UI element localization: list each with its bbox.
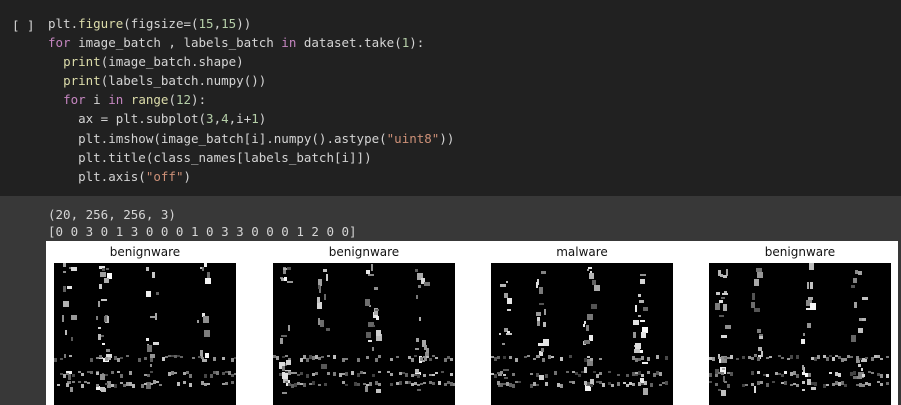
subplot-title: benignware	[764, 245, 836, 259]
matplotlib-figure: benignware benignware malware benignware	[46, 241, 898, 405]
subplot-image	[54, 263, 236, 405]
code-line: plt.imshow(image_batch[i].numpy().astype…	[48, 130, 455, 146]
code-input-area[interactable]: [ ] plt.figure(figsize=(15,15)) for image…	[0, 0, 901, 196]
code-line: for image_batch , labels_batch in datase…	[48, 35, 425, 51]
code-line: plt.figure(figsize=(15,15))	[48, 16, 252, 31]
notebook-cell: [ ] plt.figure(figsize=(15,15)) for image…	[0, 0, 901, 405]
code-editor[interactable]: plt.figure(figsize=(15,15)) for image_bat…	[48, 14, 454, 186]
stdout-text: (20, 256, 256, 3) [0 0 3 0 1 3 0 0 0 1 0 …	[48, 206, 357, 240]
code-line: print(labels_batch.numpy())	[63, 73, 267, 89]
subplot-title: benignware	[109, 245, 181, 259]
code-line: print(image_batch.shape)	[63, 54, 244, 70]
code-line: ax = plt.subplot(3,4,i+1)	[48, 111, 267, 127]
subplot-image	[491, 263, 673, 405]
stdout-labels-line: [0 0 3 0 1 3 0 0 0 1 0 3 3 0 0 0 1 2 0 0…	[48, 224, 357, 239]
subplot-image	[273, 263, 455, 405]
malware-image-render	[273, 264, 455, 394]
subplot-title: benignware	[328, 245, 400, 259]
stdout-shape-line: (20, 256, 256, 3)	[48, 207, 176, 222]
subplot-title: malware	[556, 245, 608, 259]
code-line: for i in range(12):	[63, 92, 207, 108]
malware-image-render	[54, 263, 236, 392]
code-line: plt.axis("off")	[48, 168, 192, 184]
code-line: plt.title(class_names[labels_batch[i]])	[48, 149, 372, 165]
malware-image-render	[709, 263, 889, 396]
malware-image-render	[491, 267, 668, 395]
subplot-image	[709, 263, 891, 405]
run-cell-button[interactable]: [ ]	[12, 16, 35, 35]
